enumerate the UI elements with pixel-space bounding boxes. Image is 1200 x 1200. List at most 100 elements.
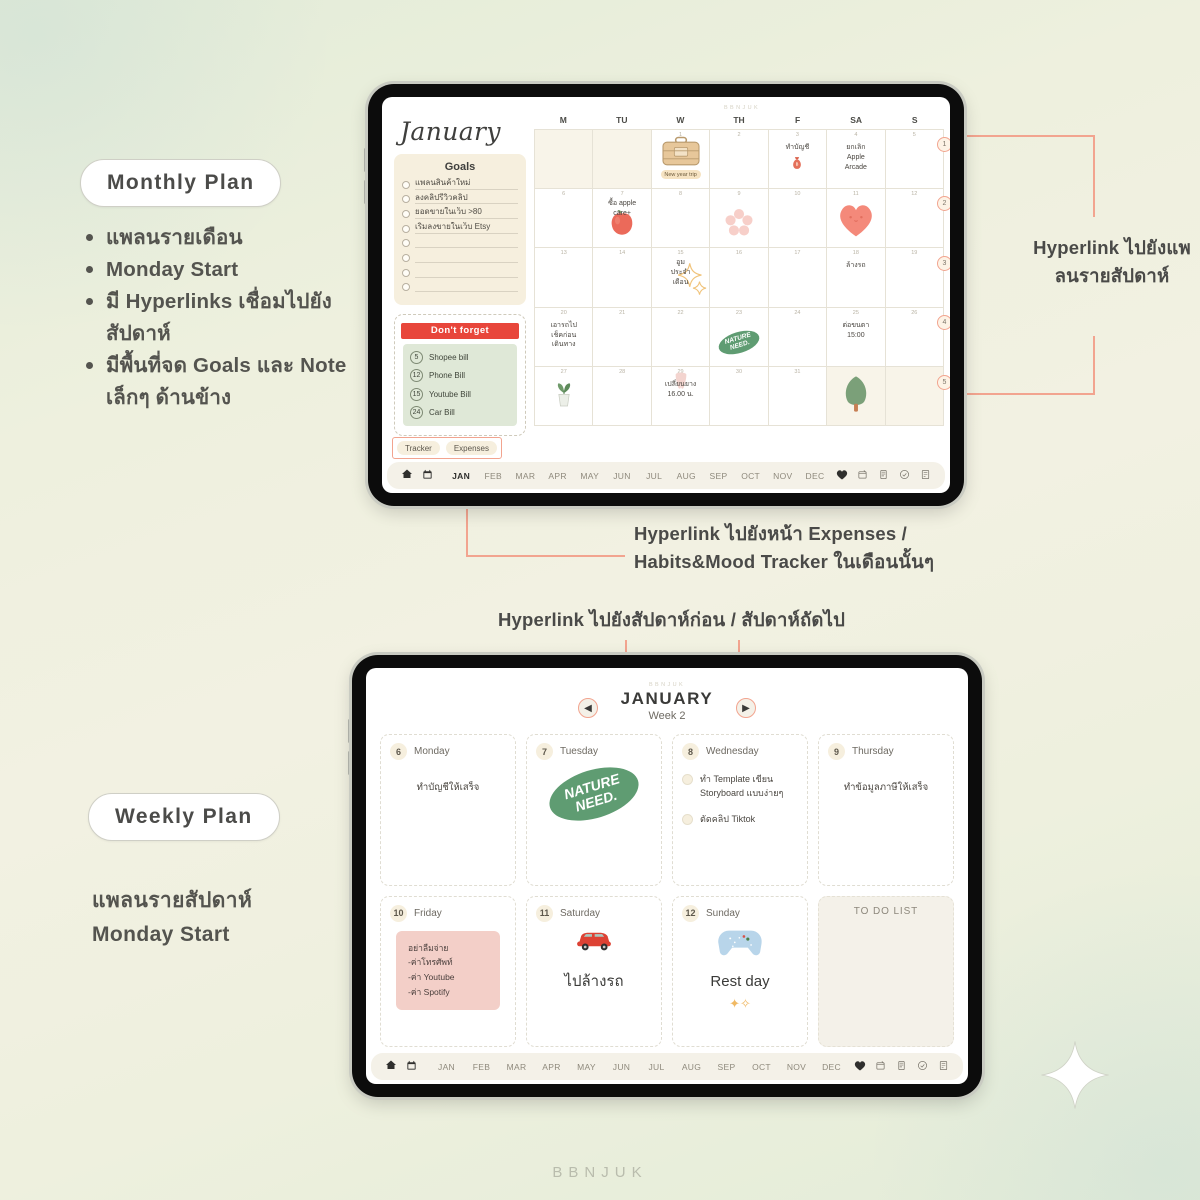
goal-text[interactable]	[415, 266, 518, 278]
calendar-cell[interactable]: 17	[768, 248, 828, 308]
month-tab-jul[interactable]: JUL	[638, 471, 670, 481]
goal-checkbox[interactable]	[402, 224, 410, 233]
week-hyperlink-3[interactable]: 3	[937, 255, 950, 271]
goal-checkbox[interactable]	[402, 209, 410, 218]
calendar-icon[interactable]	[401, 1060, 422, 1074]
expenses-icon[interactable]	[891, 1060, 912, 1074]
calendar-cell[interactable]: 10	[768, 189, 828, 249]
calendar-cell[interactable]: 27	[535, 366, 594, 426]
calendar-cell[interactable]: 16	[710, 248, 769, 308]
note-icon[interactable]	[933, 1060, 954, 1074]
month-tab-dec[interactable]: DEC	[799, 471, 831, 481]
tab-tracker[interactable]: Tracker	[397, 441, 440, 455]
heart-icon[interactable]	[831, 469, 852, 483]
goal-row[interactable]: เริ่มลงขายในเว็บ Etsy	[402, 222, 518, 234]
day-card-tuesday[interactable]: 7 Tuesday NATURE NEED.	[526, 734, 662, 886]
goal-checkbox[interactable]	[402, 268, 410, 277]
calendar-cell[interactable]: 4 ยกเลิก Apple Arcade	[827, 130, 886, 190]
goal-checkbox[interactable]	[402, 195, 410, 204]
goal-row[interactable]: แพลนสินค้าใหม่	[402, 178, 518, 190]
month-tab-jan[interactable]: JAN	[429, 1062, 464, 1072]
heart-icon[interactable]	[849, 1060, 870, 1074]
month-tab-oct[interactable]: OCT	[735, 471, 767, 481]
month-tab-sep[interactable]: SEP	[702, 471, 734, 481]
tracker-icon[interactable]	[852, 469, 873, 483]
day-card-saturday[interactable]: 11 Saturday ไปล้างรถ	[526, 895, 662, 1047]
day-card-monday[interactable]: 6 Monday ทำบัญชีให้เสร็จ	[380, 734, 516, 886]
month-tab-mar[interactable]: MAR	[499, 1062, 534, 1072]
goal-row[interactable]	[402, 237, 518, 249]
month-tab-jun[interactable]: JUN	[606, 471, 638, 481]
calendar-cell[interactable]: 2	[710, 130, 769, 190]
goal-checkbox[interactable]	[402, 239, 410, 248]
calendar-cell[interactable]: 14	[593, 248, 652, 308]
dont-forget-row[interactable]: 5 Shopee bill	[410, 350, 510, 364]
goal-row[interactable]	[402, 251, 518, 263]
calendar-cell[interactable]: 26	[885, 307, 944, 367]
task-row[interactable]: ตัดคลิป Tiktok	[682, 813, 798, 827]
week-hyperlink-4[interactable]: 4	[937, 315, 950, 331]
goal-checkbox[interactable]	[402, 253, 410, 262]
goal-row[interactable]	[402, 266, 518, 278]
home-icon[interactable]	[396, 468, 417, 483]
calendar-cell[interactable]: 15 อูม ประจำ เดือน	[651, 248, 711, 308]
calendar-cell[interactable]: 28	[593, 366, 652, 426]
month-tab-jul[interactable]: JUL	[639, 1062, 674, 1072]
month-tab-jun[interactable]: JUN	[604, 1062, 639, 1072]
calendar-cell[interactable]: 18 ล้างรถ	[827, 248, 886, 308]
calendar-cell[interactable]: 1 New year trip	[651, 130, 711, 190]
calendar-cell[interactable]	[885, 366, 944, 426]
month-tab-may[interactable]: MAY	[574, 471, 606, 481]
calendar-cell[interactable]	[827, 366, 886, 426]
tab-expenses[interactable]: Expenses	[445, 441, 497, 455]
goal-text[interactable]: ยอดขายในเว็บ >80	[415, 207, 518, 219]
dont-forget-row[interactable]: 15 Youtube Bill	[410, 387, 510, 401]
month-tab-apr[interactable]: APR	[542, 471, 574, 481]
calendar-cell[interactable]: 21	[593, 307, 652, 367]
day-card-sunday[interactable]: 12 Sunday Rest day ✦✧	[672, 895, 808, 1047]
calendar-cell[interactable]	[593, 130, 652, 190]
task-checkbox[interactable]	[682, 814, 693, 826]
note-box[interactable]: อย่าลืมจ่าย -ค่าโทรศัพท์ -ค่า Youtube -ค่า …	[396, 930, 500, 1010]
calendar-cell[interactable]: 29 เปลี่ยนยาง 16.00 น.	[651, 366, 711, 426]
calendar-icon[interactable]	[417, 469, 438, 483]
calendar-cell[interactable]: 9	[710, 189, 769, 249]
month-tab-dec[interactable]: DEC	[814, 1062, 849, 1072]
task-checkbox[interactable]	[682, 774, 693, 785]
month-tab-may[interactable]: MAY	[569, 1062, 604, 1072]
calendar-cell[interactable]: 12	[885, 189, 944, 249]
calendar-cell[interactable]: 25 ต่อขนตา 15:00	[827, 307, 886, 367]
calendar-cell[interactable]: 6	[535, 189, 594, 249]
calendar-cell[interactable]: 8	[651, 189, 711, 249]
goal-text[interactable]: แพลนสินค้าใหม่	[415, 178, 518, 190]
calendar-cell[interactable]: 5	[885, 130, 944, 190]
month-tab-nov[interactable]: NOV	[779, 1062, 814, 1072]
month-tab-oct[interactable]: OCT	[744, 1062, 779, 1072]
goal-row[interactable]: ยอดขายในเว็บ >80	[402, 207, 518, 219]
task-row[interactable]: ทำ Template เขียน Storyboard แบบง่ายๆ	[682, 773, 798, 800]
calendar-cell[interactable]	[535, 130, 594, 190]
calendar-cell[interactable]: 7 ซื้อ apple care+	[593, 189, 652, 249]
goal-text[interactable]	[415, 251, 518, 263]
note-icon[interactable]	[915, 469, 936, 483]
next-week-button[interactable]: ▶	[736, 698, 756, 718]
goal-row[interactable]: ลงคลิปรีวิวคลิป	[402, 193, 518, 205]
week-hyperlink-5[interactable]: 5	[937, 374, 950, 390]
day-card-thursday[interactable]: 9 Thursday ทำข้อมูลภาษีให้เสร็จ	[818, 734, 954, 886]
todo-list-card[interactable]: TO DO LIST	[818, 895, 954, 1047]
day-card-wednesday[interactable]: 8 Wednesday ทำ Template เขียน Storyboard แ…	[672, 734, 808, 886]
calendar-cell[interactable]: 13	[535, 248, 594, 308]
month-tab-aug[interactable]: AUG	[674, 1062, 709, 1072]
calendar-cell[interactable]: 11	[827, 189, 886, 249]
goal-text[interactable]	[415, 281, 518, 293]
month-tab-nov[interactable]: NOV	[767, 471, 799, 481]
month-tab-apr[interactable]: APR	[534, 1062, 569, 1072]
goal-text[interactable]: เริ่มลงขายในเว็บ Etsy	[415, 222, 518, 234]
check-icon[interactable]	[894, 469, 915, 483]
goal-checkbox[interactable]	[402, 180, 410, 189]
goal-text[interactable]	[415, 237, 518, 249]
home-icon[interactable]	[380, 1059, 401, 1074]
calendar-cell[interactable]: 23 NATURE NEED.	[710, 307, 769, 367]
dont-forget-row[interactable]: 24 Car Bill	[410, 406, 510, 419]
month-tab-jan[interactable]: JAN	[445, 471, 477, 481]
